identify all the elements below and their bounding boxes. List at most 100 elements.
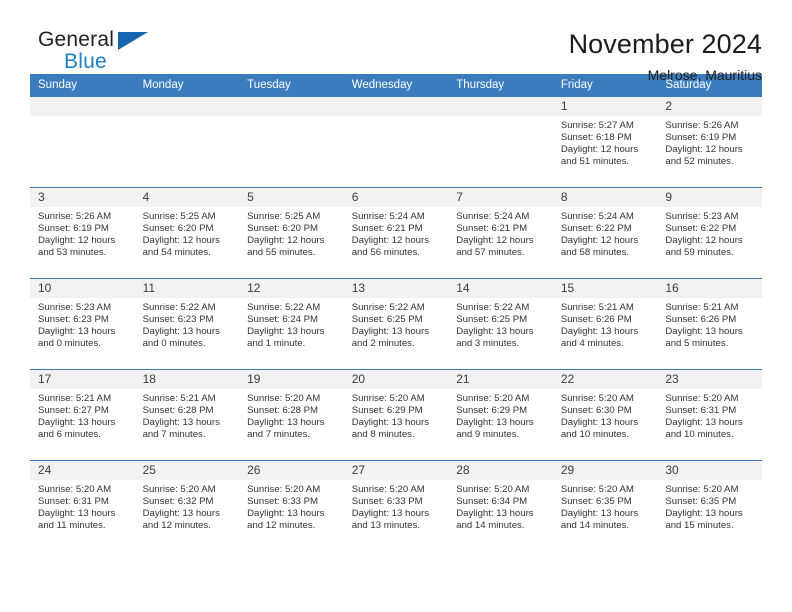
daylight-line-1: Daylight: 12 hours — [456, 234, 534, 246]
day-cell-content: 4 Sunrise: 5:25 AM Sunset: 6:20 PM Daylight… — [134, 188, 240, 278]
calendar-day-cell[interactable]: 25 Sunrise: 5:20 AM Sunset: 6:32 PM Dayligh… — [134, 460, 240, 551]
calendar-day-cell[interactable]: 5 Sunrise: 5:25 AM Sunset: 6:20 PM Daylight… — [239, 187, 344, 279]
calendar-day-cell[interactable] — [134, 96, 240, 188]
calendar-week-row: 3 Sunrise: 5:26 AM Sunset: 6:19 PM Daylight… — [30, 187, 762, 279]
sunrise-time: Sunrise: 5:24 AM — [351, 211, 425, 222]
calendar-day-cell[interactable]: 1 Sunrise: 5:27 AM Sunset: 6:18 PM Daylight… — [552, 96, 658, 188]
daylight-line-1: Daylight: 12 hours — [351, 234, 430, 246]
sunset-time: Sunset: 6:34 PM — [456, 495, 528, 507]
day-number — [30, 97, 135, 116]
calendar-day-cell[interactable]: 18 Sunrise: 5:21 AM Sunset: 6:28 PM Dayligh… — [134, 369, 240, 461]
day-number: 26 — [239, 461, 344, 480]
day-cell-content — [134, 97, 240, 187]
calendar-day-cell[interactable]: 26 Sunrise: 5:20 AM Sunset: 6:33 PM Dayligh… — [239, 460, 344, 551]
daylight-line-2: and 11 minutes. — [38, 519, 106, 531]
day-cell-content: 12 Sunrise: 5:22 AM Sunset: 6:24 PM Dayligh… — [239, 279, 344, 369]
sunset-time: Sunset: 6:35 PM — [665, 495, 737, 507]
calendar-day-cell[interactable]: 23 Sunrise: 5:20 AM Sunset: 6:31 PM Dayligh… — [657, 369, 762, 461]
sun-info: Sunrise: 5:26 AM Sunset: 6:19 PM Daylight:… — [30, 207, 135, 259]
calendar-day-cell[interactable]: 17 Sunrise: 5:21 AM Sunset: 6:27 PM Dayligh… — [30, 369, 135, 461]
calendar-day-cell[interactable]: 7 Sunrise: 5:24 AM Sunset: 6:21 PM Daylight… — [448, 187, 553, 279]
day-cell-content: 13 Sunrise: 5:22 AM Sunset: 6:25 PM Dayligh… — [343, 279, 449, 369]
day-cell-content: 9 Sunrise: 5:23 AM Sunset: 6:22 PM Daylight… — [657, 188, 762, 278]
calendar-day-cell[interactable]: 29 Sunrise: 5:20 AM Sunset: 6:35 PM Dayligh… — [552, 460, 658, 551]
sun-info: Sunrise: 5:20 AM Sunset: 6:31 PM Daylight:… — [30, 480, 135, 532]
sun-info: Sunrise: 5:22 AM Sunset: 6:25 PM Daylight:… — [344, 298, 449, 350]
sunrise-time: Sunrise: 5:20 AM — [247, 484, 321, 495]
sunrise-time: Sunrise: 5:21 AM — [560, 302, 634, 313]
sunset-time: Sunset: 6:25 PM — [456, 313, 528, 325]
calendar-day-cell[interactable]: 27 Sunrise: 5:20 AM Sunset: 6:33 PM Dayligh… — [343, 460, 449, 551]
sun-info: Sunrise: 5:23 AM Sunset: 6:23 PM Daylight:… — [30, 298, 135, 350]
daylight-line-2: and 58 minutes. — [560, 246, 630, 258]
daylight-line-2: and 3 minutes. — [456, 337, 520, 349]
sunset-time: Sunset: 6:28 PM — [142, 404, 214, 416]
calendar-day-cell[interactable] — [30, 96, 135, 188]
brand-logo[interactable]: General Blue — [30, 28, 160, 74]
calendar-day-cell[interactable]: 9 Sunrise: 5:23 AM Sunset: 6:22 PM Daylight… — [657, 187, 762, 279]
sunset-time: Sunset: 6:18 PM — [560, 131, 632, 143]
daylight-line-2: and 14 minutes. — [560, 519, 630, 531]
calendar-day-cell[interactable]: 20 Sunrise: 5:20 AM Sunset: 6:29 PM Dayligh… — [343, 369, 449, 461]
calendar-day-cell[interactable]: 12 Sunrise: 5:22 AM Sunset: 6:24 PM Dayligh… — [239, 278, 344, 370]
day-cell-content: 17 Sunrise: 5:21 AM Sunset: 6:27 PM Dayligh… — [30, 370, 135, 460]
calendar-day-cell[interactable]: 30 Sunrise: 5:20 AM Sunset: 6:35 PM Dayligh… — [657, 460, 762, 551]
calendar-day-cell[interactable]: 19 Sunrise: 5:20 AM Sunset: 6:28 PM Dayligh… — [239, 369, 344, 461]
day-cell-content: 10 Sunrise: 5:23 AM Sunset: 6:23 PM Dayligh… — [30, 279, 135, 369]
daylight-line-1: Daylight: 13 hours — [665, 325, 743, 337]
calendar-day-cell[interactable] — [239, 96, 344, 188]
sunset-time: Sunset: 6:31 PM — [665, 404, 737, 416]
sunset-time: Sunset: 6:23 PM — [142, 313, 214, 325]
calendar-day-cell[interactable]: 6 Sunrise: 5:24 AM Sunset: 6:21 PM Daylight… — [343, 187, 449, 279]
calendar-day-cell[interactable]: 28 Sunrise: 5:20 AM Sunset: 6:34 PM Dayligh… — [448, 460, 553, 551]
sun-info: Sunrise: 5:22 AM Sunset: 6:25 PM Daylight:… — [448, 298, 553, 350]
sun-info: Sunrise: 5:20 AM Sunset: 6:33 PM Daylight:… — [239, 480, 344, 532]
daylight-line-2: and 10 minutes. — [560, 428, 630, 440]
daylight-line-1: Daylight: 13 hours — [665, 416, 743, 428]
sun-info: Sunrise: 5:22 AM Sunset: 6:24 PM Daylight:… — [239, 298, 344, 350]
calendar-day-cell[interactable] — [343, 96, 449, 188]
calendar-day-cell[interactable]: 21 Sunrise: 5:20 AM Sunset: 6:29 PM Dayligh… — [448, 369, 553, 461]
sun-info: Sunrise: 5:20 AM Sunset: 6:35 PM Daylight:… — [553, 480, 658, 532]
calendar-day-cell[interactable]: 11 Sunrise: 5:22 AM Sunset: 6:23 PM Dayligh… — [134, 278, 240, 370]
calendar-day-cell[interactable]: 8 Sunrise: 5:24 AM Sunset: 6:22 PM Daylight… — [552, 187, 658, 279]
day-number: 28 — [448, 461, 553, 480]
calendar-day-cell[interactable]: 13 Sunrise: 5:22 AM Sunset: 6:25 PM Dayligh… — [343, 278, 449, 370]
daylight-line-1: Daylight: 13 hours — [665, 507, 743, 519]
day-number: 25 — [134, 461, 240, 480]
daylight-line-2: and 0 minutes. — [38, 337, 101, 349]
title-block: November 2024 Melrose, Mauritius — [569, 28, 762, 86]
sunrise-time: Sunrise: 5:26 AM — [665, 120, 739, 131]
calendar-day-cell[interactable]: 10 Sunrise: 5:23 AM Sunset: 6:23 PM Dayligh… — [30, 278, 135, 370]
daylight-line-1: Daylight: 12 hours — [665, 143, 743, 155]
calendar-day-cell[interactable]: 24 Sunrise: 5:20 AM Sunset: 6:31 PM Dayligh… — [30, 460, 135, 551]
daylight-line-1: Daylight: 13 hours — [247, 325, 325, 337]
day-cell-content: 3 Sunrise: 5:26 AM Sunset: 6:19 PM Daylight… — [30, 188, 135, 278]
sunset-time: Sunset: 6:23 PM — [38, 313, 109, 325]
sunset-time: Sunset: 6:19 PM — [38, 222, 109, 234]
day-cell-content — [239, 97, 344, 187]
calendar-day-cell[interactable]: 22 Sunrise: 5:20 AM Sunset: 6:30 PM Dayligh… — [552, 369, 658, 461]
calendar-day-cell[interactable] — [448, 96, 553, 188]
calendar-day-cell[interactable]: 16 Sunrise: 5:21 AM Sunset: 6:26 PM Dayligh… — [657, 278, 762, 370]
daylight-line-1: Daylight: 13 hours — [142, 416, 220, 428]
day-cell-content: 25 Sunrise: 5:20 AM Sunset: 6:32 PM Dayligh… — [134, 461, 240, 551]
calendar-week-row: 1 Sunrise: 5:27 AM Sunset: 6:18 PM Daylight… — [30, 96, 762, 188]
calendar-day-cell[interactable]: 15 Sunrise: 5:21 AM Sunset: 6:26 PM Dayligh… — [552, 278, 658, 370]
day-cell-content: 24 Sunrise: 5:20 AM Sunset: 6:31 PM Dayligh… — [30, 461, 135, 551]
day-cell-content: 11 Sunrise: 5:22 AM Sunset: 6:23 PM Dayligh… — [134, 279, 240, 369]
day-cell-content: 19 Sunrise: 5:20 AM Sunset: 6:28 PM Dayligh… — [239, 370, 344, 460]
calendar-day-cell[interactable]: 3 Sunrise: 5:26 AM Sunset: 6:19 PM Daylight… — [30, 187, 135, 279]
sunset-time: Sunset: 6:21 PM — [456, 222, 528, 234]
sunrise-time: Sunrise: 5:20 AM — [142, 484, 216, 495]
day-number: 23 — [657, 370, 762, 389]
calendar-day-cell[interactable]: 2 Sunrise: 5:26 AM Sunset: 6:19 PM Daylight… — [657, 96, 762, 188]
day-cell-content: 28 Sunrise: 5:20 AM Sunset: 6:34 PM Dayligh… — [448, 461, 553, 551]
calendar-day-cell[interactable]: 4 Sunrise: 5:25 AM Sunset: 6:20 PM Daylight… — [134, 187, 240, 279]
daylight-line-2: and 59 minutes. — [665, 246, 734, 258]
weekday-header-monday: Monday — [134, 74, 240, 97]
calendar-day-cell[interactable]: 14 Sunrise: 5:22 AM Sunset: 6:25 PM Dayligh… — [448, 278, 553, 370]
sun-info: Sunrise: 5:20 AM Sunset: 6:28 PM Daylight:… — [239, 389, 344, 441]
daylight-line-1: Daylight: 13 hours — [560, 325, 639, 337]
day-cell-content: 15 Sunrise: 5:21 AM Sunset: 6:26 PM Dayligh… — [552, 279, 658, 369]
